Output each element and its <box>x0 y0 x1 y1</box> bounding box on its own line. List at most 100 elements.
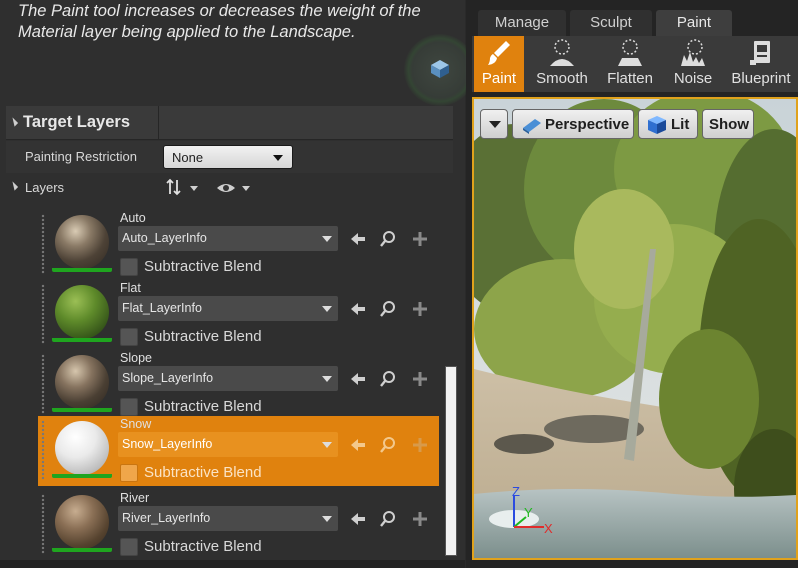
tab-label: Paint <box>676 14 712 31</box>
level-viewport[interactable]: Perspective Lit Show Z Y X <box>472 97 798 560</box>
tool-label: Flatten <box>607 70 653 87</box>
tool-label: Noise <box>673 70 713 87</box>
tab-manage[interactable]: Manage <box>478 10 566 36</box>
sort-layers-button[interactable] <box>166 178 202 198</box>
mode-tabbar: Manage Sculpt Paint <box>472 10 798 36</box>
perspective-icon <box>523 119 541 134</box>
add-layer-info-icon[interactable] <box>411 300 429 318</box>
use-selected-asset-icon[interactable] <box>349 436 367 454</box>
layer-info-dropdown[interactable]: Auto_LayerInfo <box>118 226 338 251</box>
layer-list-scrollbar[interactable] <box>445 366 457 556</box>
layer-weight-bar <box>52 408 112 412</box>
viewport-options-button[interactable] <box>480 109 508 139</box>
tool-description: The Paint tool increases or decreases th… <box>18 2 421 41</box>
tool-flatten[interactable]: Flatten <box>600 36 660 92</box>
layer-visibility-button[interactable] <box>214 178 254 198</box>
layer-item-snow[interactable]: Snow Snow_LayerInfo Subtractive Blend <box>38 416 439 486</box>
lit-view-mode-button[interactable]: Lit <box>638 109 698 139</box>
layer-info-dropdown[interactable]: Slope_LayerInfo <box>118 366 338 391</box>
browse-asset-icon[interactable] <box>379 510 397 528</box>
browse-asset-icon[interactable] <box>379 230 397 248</box>
browse-asset-icon[interactable] <box>379 370 397 388</box>
tool-noise[interactable]: Noise <box>664 36 722 92</box>
chevron-down-icon <box>190 186 198 191</box>
subtractive-blend-checkbox[interactable] <box>120 398 138 416</box>
layer-thumbnail <box>52 492 112 552</box>
tool-smooth[interactable]: Smooth <box>530 36 594 92</box>
layer-item-slope[interactable]: Slope Slope_LayerInfo Subtractive Blend <box>38 350 439 420</box>
layers-header-row[interactable]: Layers <box>6 174 453 202</box>
subtractive-blend-checkbox[interactable] <box>120 328 138 346</box>
layer-weight-bar <box>52 338 112 342</box>
subtractive-blend-label: Subtractive Blend <box>144 398 262 415</box>
tool-label: Blueprint <box>731 70 791 87</box>
collapse-arrow-icon[interactable] <box>8 117 19 127</box>
layer-info-dropdown[interactable]: Flat_LayerInfo <box>118 296 338 321</box>
show-flags-button[interactable]: Show <box>702 109 754 139</box>
layer-info-value: Auto_LayerInfo <box>122 231 207 245</box>
lit-cube-icon <box>648 116 666 134</box>
layer-info-value: Slope_LayerInfo <box>122 371 214 385</box>
add-layer-info-icon[interactable] <box>411 510 429 528</box>
use-selected-asset-icon[interactable] <box>349 510 367 528</box>
paint-tools-toolbar: Paint Smooth Flatten Noise Blueprint <box>472 36 798 92</box>
drag-handle[interactable] <box>41 494 45 554</box>
layer-thumbnail <box>52 212 112 272</box>
subtractive-blend-checkbox[interactable] <box>120 464 138 482</box>
layer-weight-bar <box>52 474 112 478</box>
layer-info-dropdown[interactable]: Snow_LayerInfo <box>118 432 338 457</box>
layer-info-dropdown[interactable]: River_LayerInfo <box>118 506 338 531</box>
perspective-label: Perspective <box>545 116 630 133</box>
dropdown-arrow-icon <box>322 376 332 382</box>
layer-item-auto[interactable]: Auto Auto_LayerInfo Subtractive Blend <box>38 210 439 280</box>
layer-name: Flat <box>120 281 141 295</box>
drag-handle[interactable] <box>41 420 45 480</box>
painting-restriction-label: Painting Restriction <box>25 149 137 164</box>
layer-weight-bar <box>52 548 112 552</box>
painting-restriction-value: None <box>172 150 204 165</box>
dropdown-arrow-icon <box>273 155 283 161</box>
chevron-down-icon <box>489 121 501 128</box>
perspective-button[interactable]: Perspective <box>512 109 634 139</box>
layer-name: River <box>120 491 150 505</box>
dropdown-arrow-icon <box>322 516 332 522</box>
tool-blueprint[interactable]: Blueprint <box>726 36 796 92</box>
dropdown-arrow-icon <box>322 306 332 312</box>
tool-paint[interactable]: Paint <box>474 36 524 92</box>
paintbrush-icon <box>488 41 510 65</box>
browse-asset-icon[interactable] <box>379 436 397 454</box>
add-layer-info-icon[interactable] <box>411 370 429 388</box>
use-selected-asset-icon[interactable] <box>349 370 367 388</box>
noise-brush-icon <box>681 39 705 66</box>
tab-label: Sculpt <box>590 14 632 31</box>
add-layer-info-icon[interactable] <box>411 436 429 454</box>
section-title: Target Layers <box>23 113 130 131</box>
subtractive-blend-checkbox[interactable] <box>120 258 138 276</box>
use-selected-asset-icon[interactable] <box>349 230 367 248</box>
gizmo-z-label: Z <box>512 487 520 499</box>
use-selected-asset-icon[interactable] <box>349 300 367 318</box>
layer-item-flat[interactable]: Flat Flat_LayerInfo Subtractive Blend <box>38 280 439 350</box>
browse-asset-icon[interactable] <box>379 300 397 318</box>
lit-label: Lit <box>671 116 690 133</box>
painting-restriction-dropdown[interactable]: None <box>163 145 293 169</box>
drag-handle[interactable] <box>41 284 45 344</box>
layer-info-value: Snow_LayerInfo <box>122 437 213 451</box>
tab-paint[interactable]: Paint <box>656 10 732 36</box>
subtractive-blend-label: Subtractive Blend <box>144 538 262 555</box>
blueprint-brush-icon <box>750 41 770 65</box>
tab-sculpt[interactable]: Sculpt <box>570 10 652 36</box>
drag-handle[interactable] <box>41 354 45 414</box>
flatten-brush-icon <box>618 39 642 66</box>
collapse-arrow-icon[interactable] <box>8 181 19 191</box>
subtractive-blend-label: Subtractive Blend <box>144 464 262 481</box>
target-layers-header[interactable]: Target Layers <box>6 106 453 140</box>
add-layer-info-icon[interactable] <box>411 230 429 248</box>
subtractive-blend-checkbox[interactable] <box>120 538 138 556</box>
layer-item-river[interactable]: River River_LayerInfo Subtractive Blend <box>38 490 439 560</box>
drag-handle[interactable] <box>41 214 45 274</box>
tool-label: Paint <box>481 70 517 87</box>
dropdown-arrow-icon <box>322 442 332 448</box>
painting-restriction-row: Painting Restriction None <box>6 141 453 173</box>
layer-thumbnail <box>52 282 112 342</box>
